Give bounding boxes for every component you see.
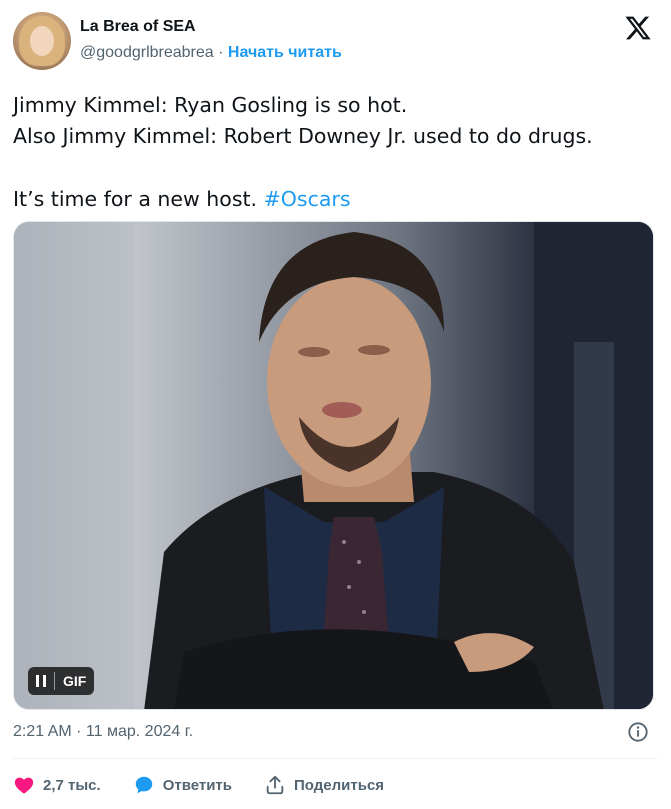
info-icon[interactable] <box>627 721 649 743</box>
gif-frame-image <box>14 222 653 709</box>
tweet-text: Jimmy Kimmel: Ryan Gosling is so hot. Al… <box>13 90 658 215</box>
share-icon <box>266 775 284 795</box>
like-button[interactable]: 2,7 тыс. <box>13 774 101 796</box>
tweet-line-3: It’s time for a new host. #Oscars <box>13 184 658 215</box>
tweet-timestamp[interactable]: 2:21 AM · 11 мар. 2024 г. <box>13 723 193 741</box>
action-bar: 2,7 тыс. Ответить Поделиться <box>13 770 416 800</box>
gif-label: GIF <box>63 673 87 689</box>
hashtag-link[interactable]: #Oscars <box>264 187 351 211</box>
handle-separator: · <box>218 44 224 61</box>
gif-badge[interactable]: GIF <box>28 667 95 695</box>
author-handle-row: @goodgrlbreabrea · Начать читать <box>80 44 342 62</box>
like-count: 2,7 тыс. <box>43 776 101 794</box>
tweet-line-1: Jimmy Kimmel: Ryan Gosling is so hot. <box>13 93 408 117</box>
divider <box>13 758 658 759</box>
tweet-line-3-text: It’s time for a new host. <box>13 187 264 211</box>
tweet-line-2: Also Jimmy Kimmel: Robert Downey Jr. use… <box>13 124 593 148</box>
avatar[interactable] <box>13 12 71 70</box>
gif-media[interactable] <box>13 221 654 710</box>
author-name[interactable]: La Brea of SEA <box>80 18 196 36</box>
x-logo-icon[interactable] <box>623 14 653 42</box>
reply-button[interactable]: Ответить <box>133 774 232 796</box>
pause-icon[interactable] <box>36 675 46 687</box>
follow-button[interactable]: Начать читать <box>228 44 342 61</box>
author-handle[interactable]: @goodgrlbreabrea <box>80 44 214 61</box>
tweet-card: La Brea of SEA @goodgrlbreabrea · Начать… <box>0 0 671 809</box>
heart-icon <box>14 777 34 794</box>
share-label: Поделиться <box>294 776 385 794</box>
reply-bubble-icon <box>135 776 152 794</box>
share-button[interactable]: Поделиться <box>264 774 384 796</box>
reply-label: Ответить <box>162 776 233 794</box>
